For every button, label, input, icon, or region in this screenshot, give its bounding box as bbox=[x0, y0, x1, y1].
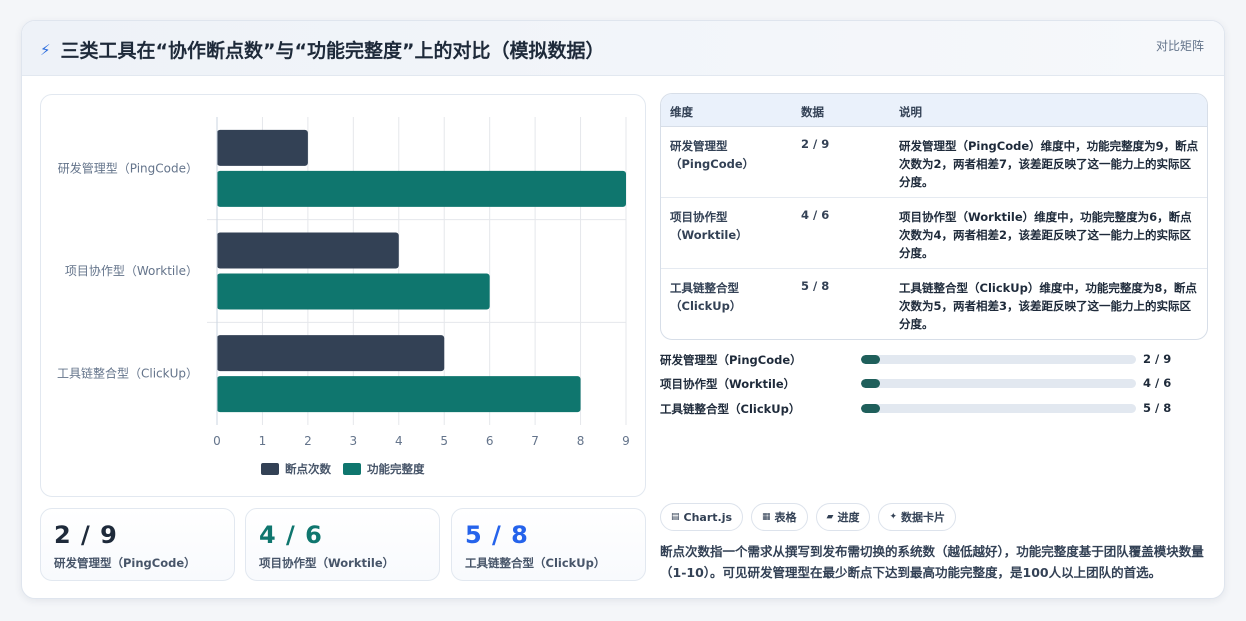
legend-swatch bbox=[261, 463, 279, 475]
cell-data: 2 / 9 bbox=[801, 137, 830, 151]
bar-chart: 0 1 2 3 4 5 6 7 8 9 研发管理型（PingCode） 项目协作型（Worktile）… bbox=[40, 94, 646, 497]
x-tick-label: 7 bbox=[531, 434, 539, 448]
chart-icon: ▤ bbox=[671, 512, 680, 522]
tag-label: Chart.js bbox=[683, 510, 733, 524]
cell-data: 5 / 8 bbox=[801, 279, 830, 293]
bar-breakpoints bbox=[217, 335, 445, 372]
table-row: 项目协作型（Worktile） 4 / 6 项目协作型（Worktile）维度中… bbox=[661, 198, 1207, 269]
cell-dimension: 项目协作型（Worktile） bbox=[670, 210, 748, 242]
bar-completeness bbox=[217, 170, 626, 207]
tag-table[interactable]: ▦ 表格 bbox=[751, 503, 808, 531]
x-tick-label: 9 bbox=[622, 434, 630, 448]
stat-label: 项目协作型（Worktile） bbox=[259, 556, 395, 570]
stat-card-pingcode: 2 / 9 研发管理型（PingCode） bbox=[40, 508, 235, 581]
tag-label: 表格 bbox=[774, 511, 797, 524]
lightning-icon: ⚡︎ bbox=[40, 40, 51, 59]
tag-label: 进度 bbox=[837, 511, 860, 524]
card-icon: ✦ bbox=[889, 512, 898, 522]
progress-label: 工具链整合型（ClickUp） bbox=[660, 402, 801, 416]
comparison-table: 维度 数据 说明 研发管理型（PingCode） 2 / 9 研发管理型（Pin… bbox=[660, 93, 1208, 340]
progress-fill bbox=[861, 355, 881, 364]
cell-description: 工具链整合型（ClickUp）维度中，功能完整度为8，断点次数为5，两者相差3，… bbox=[899, 281, 1197, 331]
progress-value: 4 / 6 bbox=[1143, 376, 1172, 390]
x-tick-label: 6 bbox=[486, 434, 494, 448]
y-tick-label: 研发管理型（PingCode） bbox=[58, 160, 198, 175]
bar-completeness bbox=[217, 376, 581, 413]
stat-value: 4 / 6 bbox=[259, 521, 323, 549]
stat-value: 2 / 9 bbox=[54, 521, 118, 549]
progress-value: 2 / 9 bbox=[1143, 352, 1172, 366]
header-data: 数据 bbox=[801, 105, 824, 119]
mode-label: 对比矩阵 bbox=[1155, 39, 1204, 53]
progress-label: 研发管理型（PingCode） bbox=[660, 353, 802, 367]
bar-completeness bbox=[217, 273, 490, 310]
progress-fill bbox=[861, 404, 881, 413]
x-tick-label: 3 bbox=[350, 434, 358, 448]
cell-description: 研发管理型（PingCode）维度中，功能完整度为9，断点次数为2，两者相差7，… bbox=[899, 139, 1199, 189]
progress-row-pingcode: 研发管理型（PingCode） 2 / 9 bbox=[660, 352, 1200, 367]
cell-dimension: 研发管理型（PingCode） bbox=[670, 139, 755, 171]
stat-value: 5 / 8 bbox=[465, 521, 529, 549]
progress-row-clickup: 工具链整合型（ClickUp） 5 / 8 bbox=[660, 401, 1200, 416]
progress-fill bbox=[861, 379, 881, 388]
cell-dimension: 工具链整合型（ClickUp） bbox=[670, 281, 742, 313]
progress-track bbox=[861, 404, 1136, 413]
tag-label: 数据卡片 bbox=[901, 511, 946, 524]
cell-data: 4 / 6 bbox=[801, 208, 830, 222]
stat-card-clickup: 5 / 8 工具链整合型（ClickUp） bbox=[451, 508, 646, 581]
stat-card-worktile: 4 / 6 项目协作型（Worktile） bbox=[245, 508, 440, 581]
bar-breakpoints bbox=[217, 232, 399, 269]
bar-chart-svg: 0 1 2 3 4 5 6 7 8 9 研发管理型（PingCode） 项目协作型（Worktile）… bbox=[57, 117, 630, 476]
x-tick-label: 1 bbox=[259, 434, 267, 448]
x-tick-label: 0 bbox=[213, 434, 221, 448]
table-icon: ▦ bbox=[762, 512, 771, 522]
cell-description: 项目协作型（Worktile）维度中，功能完整度为6，断点次数为4，两者相差2，… bbox=[899, 210, 1192, 260]
stat-label: 研发管理型（PingCode） bbox=[54, 556, 196, 570]
y-tick-label: 工具链整合型（ClickUp） bbox=[57, 366, 198, 381]
progress-row-worktile: 项目协作型（Worktile） 4 / 6 bbox=[660, 376, 1200, 391]
x-tick-label: 8 bbox=[577, 434, 585, 448]
feature-tags: ▤ Chart.js ▦ 表格 ▰ 进度 ✦ 数据卡片 bbox=[660, 503, 957, 531]
progress-label: 项目协作型（Worktile） bbox=[660, 377, 796, 391]
page-title: ⚡︎ 三类工具在“协作断点数”与“功能完整度”上的对比（模拟数据） bbox=[40, 36, 605, 63]
footnote: 断点次数指一个需求从撰写到发布需切换的系统数（越低越好），功能完整度基于团队覆盖… bbox=[660, 544, 1204, 580]
tag-data-card[interactable]: ✦ 数据卡片 bbox=[878, 503, 957, 531]
header-dimension: 维度 bbox=[670, 105, 693, 119]
page-title-text: 三类工具在“协作断点数”与“功能完整度”上的对比（模拟数据） bbox=[60, 40, 605, 62]
x-tick-label: 4 bbox=[395, 434, 403, 448]
table-row: 工具链整合型（ClickUp） 5 / 8 工具链整合型（ClickUp）维度中… bbox=[661, 269, 1207, 339]
x-tick-label: 5 bbox=[440, 434, 448, 448]
legend-label: 断点次数 bbox=[285, 462, 331, 476]
bar-breakpoints bbox=[217, 129, 308, 166]
table-row: 研发管理型（PingCode） 2 / 9 研发管理型（PingCode）维度中… bbox=[661, 127, 1207, 198]
progress-icon: ▰ bbox=[826, 512, 834, 522]
tag-progress[interactable]: ▰ 进度 bbox=[815, 503, 871, 531]
progress-value: 5 / 8 bbox=[1143, 401, 1172, 415]
table-header: 维度 数据 说明 bbox=[661, 94, 1207, 127]
comparison-card: ⚡︎ 三类工具在“协作断点数”与“功能完整度”上的对比（模拟数据） 对比矩阵 0… bbox=[21, 20, 1225, 599]
card-header: ⚡︎ 三类工具在“协作断点数”与“功能完整度”上的对比（模拟数据） 对比矩阵 bbox=[22, 21, 1224, 76]
tag-chartjs[interactable]: ▤ Chart.js bbox=[660, 503, 744, 531]
stat-label: 工具链整合型（ClickUp） bbox=[465, 556, 606, 570]
header-description: 说明 bbox=[899, 105, 922, 119]
y-tick-label: 项目协作型（Worktile） bbox=[65, 263, 198, 278]
legend-label: 功能完整度 bbox=[367, 462, 425, 476]
progress-track bbox=[861, 379, 1136, 388]
legend-swatch bbox=[343, 463, 361, 475]
x-tick-label: 2 bbox=[304, 434, 312, 448]
progress-track bbox=[861, 355, 1136, 364]
